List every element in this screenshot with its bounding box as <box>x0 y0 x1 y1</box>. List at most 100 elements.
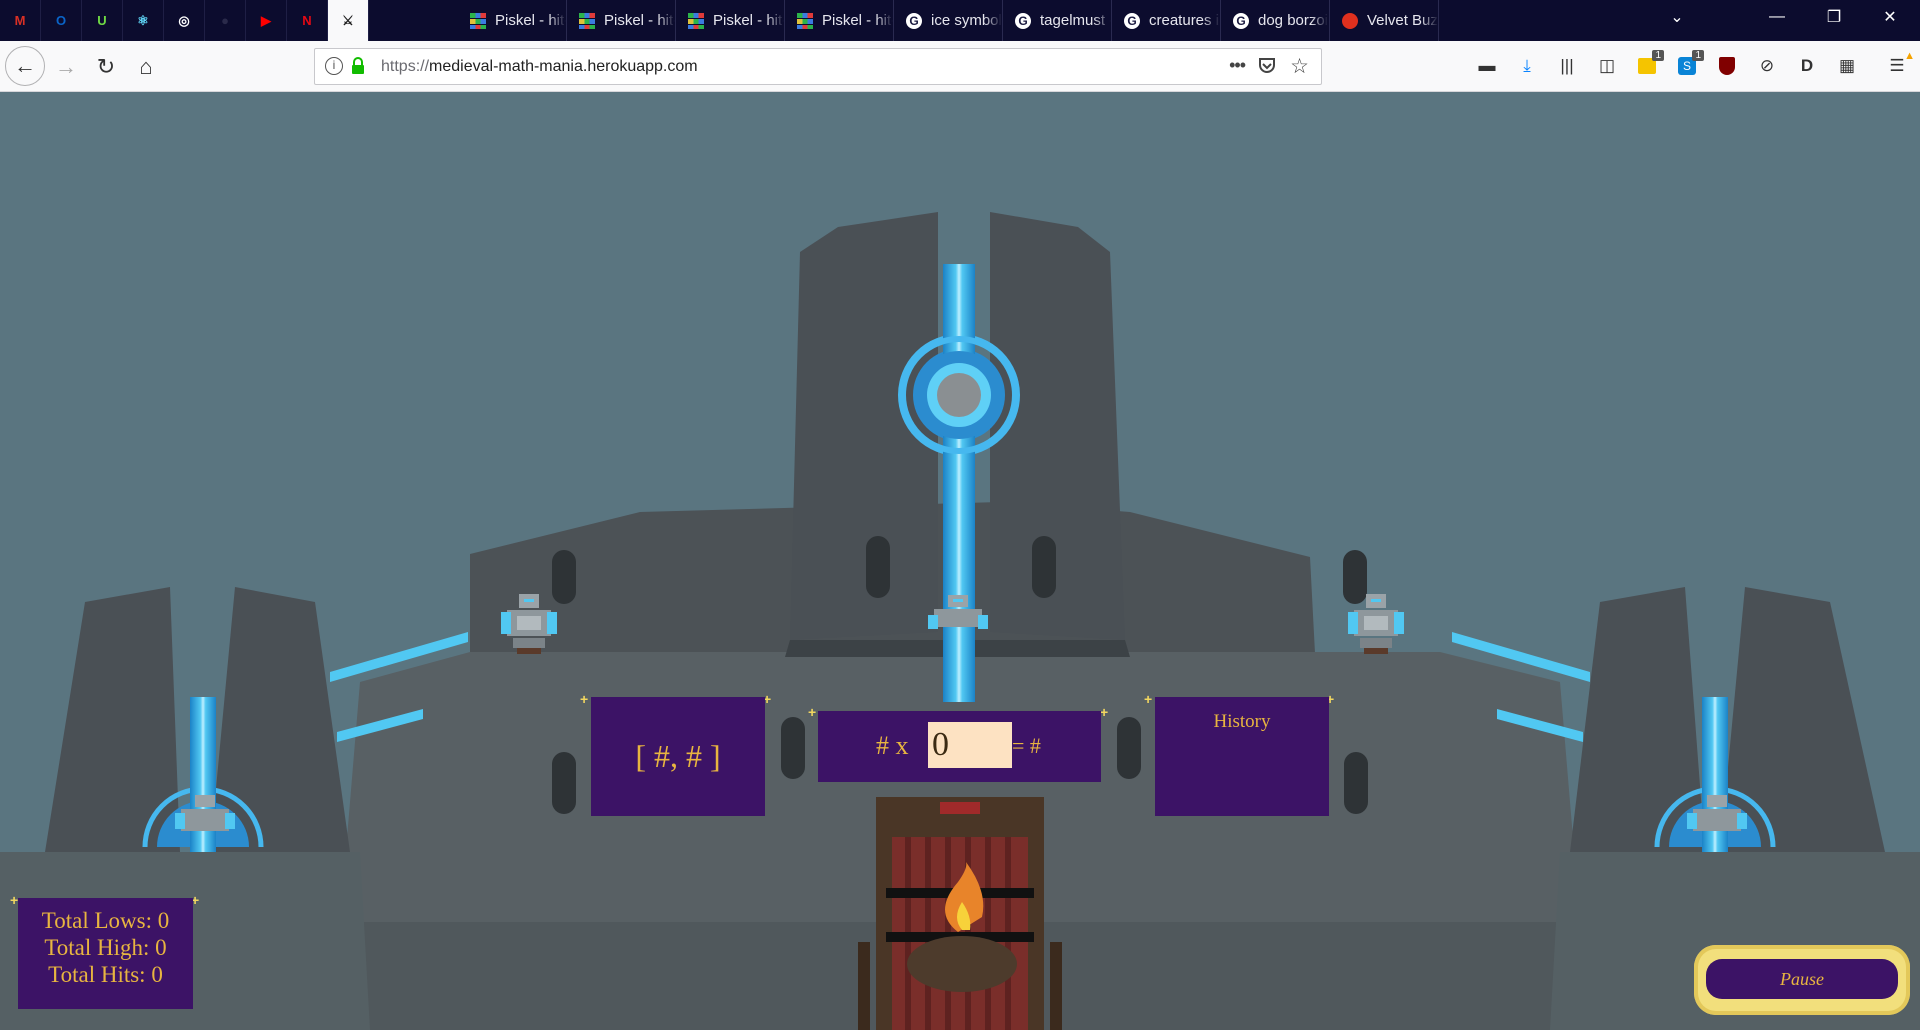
bookmark-star-icon[interactable]: ☆ <box>1290 54 1309 79</box>
tab-title: dog borzoi <box>1258 12 1329 29</box>
arrow-slit <box>1344 752 1368 814</box>
pinned-tab[interactable]: ● <box>205 0 246 41</box>
lock-icon[interactable] <box>351 57 365 75</box>
warning-icon: ▲ <box>1904 50 1915 62</box>
downloads-button[interactable]: ⤓ <box>1513 52 1541 80</box>
pinned-tab[interactable]: ⚛ <box>123 0 164 41</box>
arrow-slit <box>866 536 890 598</box>
sparkle-decoration: + <box>1144 691 1153 707</box>
answer-input[interactable] <box>928 722 1012 768</box>
hamburger-icon: ☰ <box>1889 56 1905 75</box>
list-all-tabs-button[interactable]: ⌄ <box>1654 0 1700 34</box>
browser-tab[interactable]: Piskel - hit-t <box>458 0 567 41</box>
piskel-icon <box>797 12 813 29</box>
pinned-tab[interactable]: O <box>41 0 82 41</box>
info-icon[interactable]: i <box>325 57 343 75</box>
stats-panel: Total Lows: 0 Total High: 0 Total Hits: … <box>18 898 193 1009</box>
browser-tab[interactable]: Velvet Buzz <box>1330 0 1439 41</box>
menu-button[interactable]: ☰ ▲ <box>1883 50 1915 80</box>
page-actions-icon[interactable]: ••• <box>1229 55 1246 76</box>
shield-icon <box>1719 57 1735 75</box>
compass-icon: ⊘ <box>1759 56 1775 75</box>
extension-grid-button[interactable]: ▦ <box>1833 52 1861 80</box>
pinned-tab[interactable]: ◎ <box>164 0 205 41</box>
tab-title: tagelmust - <box>1040 12 1111 29</box>
right-tower-left <box>1570 587 1705 852</box>
reload-icon: ↻ <box>96 54 116 79</box>
pause-label-container: Pause <box>1706 959 1898 999</box>
history-panel[interactable]: History <box>1155 697 1329 816</box>
globe-icon: ◎ <box>178 12 190 28</box>
extension-a-button[interactable]: 1 <box>1633 50 1664 80</box>
download-icon: ⤓ <box>1523 56 1531 75</box>
restore-window-button[interactable]: ❐ <box>1811 0 1857 34</box>
pinned-tab[interactable]: M <box>0 0 41 41</box>
central-orb <box>900 336 1018 454</box>
back-button[interactable]: ← <box>5 46 45 86</box>
game-canvas[interactable]: + + [ #, # ] + + # x = # + + History + +… <box>0 92 1920 1030</box>
history-label: History <box>1213 711 1271 732</box>
browser-tab[interactable]: Piskel - hit-t <box>785 0 894 41</box>
google-icon <box>1124 12 1140 29</box>
tab-title: ice symbol - <box>931 12 1002 29</box>
browser-tab[interactable]: Piskel - hit-t <box>567 0 676 41</box>
piskel-icon <box>470 12 486 29</box>
tab-title: Piskel - hit-t <box>713 12 784 29</box>
extension-a-badge: 1 <box>1652 50 1664 61</box>
pocket-icon[interactable] <box>1257 56 1277 81</box>
google-icon <box>906 12 922 29</box>
home-button[interactable]: ⌂ <box>129 50 163 84</box>
reload-button[interactable]: ↻ <box>89 50 123 84</box>
range-panel: [ #, # ] <box>591 697 765 816</box>
equation-suffix: = # <box>1012 733 1041 758</box>
browser-tab[interactable]: Piskel - hit-t <box>676 0 785 41</box>
dashlane-button[interactable]: D <box>1793 52 1821 80</box>
containers-button[interactable]: ▬ <box>1473 52 1501 80</box>
pinned-tab[interactable]: ▶ <box>246 0 287 41</box>
url-host: medieval-math-mania.herokuapp.com <box>429 57 698 75</box>
total-lows: Total Lows: 0 <box>41 908 170 933</box>
extension-b-button[interactable]: S 1 <box>1673 50 1704 80</box>
browser-tab[interactable]: creatures in <box>1112 0 1221 41</box>
react-icon: ⚛ <box>137 12 149 28</box>
total-high: Total High: 0 <box>44 935 167 960</box>
pause-label: Pause <box>1780 968 1824 989</box>
gmail-icon: M <box>14 13 26 28</box>
close-window-button[interactable]: ✕ <box>1867 0 1913 34</box>
grid-icon: ▦ <box>1838 56 1856 75</box>
close-icon: ✕ <box>1883 9 1897 26</box>
minimize-window-button[interactable]: — <box>1754 0 1800 34</box>
address-bar[interactable]: i https://medieval-math-mania.herokuapp.… <box>314 48 1322 85</box>
robot-guard-left <box>501 594 557 654</box>
chevron-down-icon: ⌄ <box>1670 9 1684 26</box>
privacy-button[interactable]: ⊘ <box>1753 52 1781 80</box>
pause-button[interactable]: Pause <box>1694 945 1910 1015</box>
gate-post-left <box>858 942 870 1030</box>
sparkle-decoration: + <box>580 691 589 707</box>
tab-title: creatures in <box>1149 12 1220 29</box>
piskel-icon <box>579 12 595 29</box>
sidebar-button[interactable]: ◫ <box>1593 52 1621 80</box>
url-text[interactable]: https://medieval-math-mania.herokuapp.co… <box>381 58 698 76</box>
outlook-icon: O <box>55 13 67 28</box>
left-tower-left <box>45 587 180 852</box>
sparkle-decoration: + <box>1100 704 1109 720</box>
youtube-icon: ▶ <box>261 12 271 28</box>
forward-button[interactable]: → <box>49 50 83 84</box>
robot-guard-right <box>1348 594 1404 654</box>
tab-title: Piskel - hit-t <box>604 12 675 29</box>
pinned-tab[interactable]: ⚔ <box>328 0 369 41</box>
library-button[interactable]: ||| <box>1553 52 1581 80</box>
browser-tab[interactable]: ice symbol - <box>894 0 1003 41</box>
arrow-right-icon: → <box>55 54 77 79</box>
pinned-tab[interactable]: U <box>82 0 123 41</box>
restore-icon: ❐ <box>1826 9 1842 26</box>
tab-title: Velvet Buzz <box>1367 12 1438 29</box>
browser-tab[interactable]: dog borzoi <box>1221 0 1330 41</box>
container-icon: ▬ <box>1478 56 1496 75</box>
ublock-button[interactable] <box>1713 52 1741 80</box>
pinned-tab[interactable]: N <box>287 0 328 41</box>
browser-tab[interactable]: tagelmust - <box>1003 0 1112 41</box>
upwork-icon: U <box>97 13 107 28</box>
navigation-toolbar: ← → ↻ ⌂ i https://medieval-math-mania.he… <box>0 41 1920 92</box>
